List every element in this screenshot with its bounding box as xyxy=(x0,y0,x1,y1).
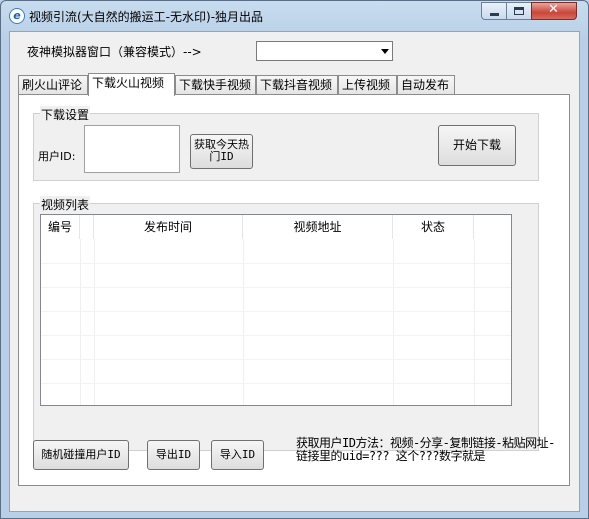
window-title: 视频引流(大自然的搬运工-无水印)-独月出品 xyxy=(29,10,264,24)
import-id-label: 导入ID xyxy=(219,448,256,461)
row-line xyxy=(41,287,511,288)
fetch-hot-id-button[interactable]: 获取今天热门ID xyxy=(190,134,253,169)
column-header-spacer xyxy=(80,215,94,239)
tab-download-douyin[interactable]: 下载抖音视频 xyxy=(256,75,338,95)
grid-line xyxy=(80,239,81,405)
minimize-icon xyxy=(490,13,499,16)
start-download-label: 开始下载 xyxy=(452,138,501,152)
import-id-button[interactable]: 导入ID xyxy=(211,440,264,470)
grid-line xyxy=(94,239,95,405)
app-logo-icon: e xyxy=(9,8,25,24)
column-header-status[interactable]: 状态 xyxy=(393,215,474,239)
column-header-number[interactable]: 编号 xyxy=(41,215,80,239)
close-button[interactable]: ✕ xyxy=(531,2,577,20)
grid-line xyxy=(393,239,394,405)
fetch-hot-id-label: 获取今天热门ID xyxy=(194,138,249,163)
export-id-label: 导出ID xyxy=(155,448,192,461)
tab-comment-huoshan[interactable]: 刷火山评论 xyxy=(18,75,88,95)
grid-line xyxy=(243,239,244,405)
download-settings-group: 下载设置 用户ID: 获取今天热门ID 开始下载 xyxy=(33,106,539,181)
tab-panel: 下载设置 用户ID: 获取今天热门ID 开始下载 视频列表 编号 发布时间 视频… xyxy=(18,94,570,486)
maximize-icon xyxy=(514,7,524,15)
tab-auto-publish[interactable]: 自动发布 xyxy=(397,75,455,95)
download-settings-title: 下载设置 xyxy=(40,106,91,123)
emulator-label: 夜神模拟器窗口（兼容模式）--> xyxy=(27,45,202,59)
user-id-field[interactable] xyxy=(84,125,180,173)
maximize-button[interactable] xyxy=(506,2,532,20)
grid-line xyxy=(474,239,475,405)
export-id-button[interactable]: 导出ID xyxy=(147,440,200,470)
client-area: 夜神模拟器窗口（兼容模式）--> 刷火山评论 下载火山视频 下载快手视频 下载抖… xyxy=(9,31,580,512)
video-list-title: 视频列表 xyxy=(40,196,91,213)
close-icon: ✕ xyxy=(548,2,559,17)
column-header-video-url[interactable]: 视频地址 xyxy=(243,215,393,239)
tab-download-kuaishou[interactable]: 下载快手视频 xyxy=(175,75,256,95)
title-bar[interactable]: e 视频引流(大自然的搬运工-无水印)-独月出品 ✕ xyxy=(1,1,588,31)
tab-download-huoshan[interactable]: 下载火山视频 xyxy=(88,73,175,96)
video-list-table[interactable]: 编号 发布时间 视频地址 状态 xyxy=(40,214,512,406)
video-list-group: 视频列表 编号 发布时间 视频地址 状态 xyxy=(33,196,539,451)
row-line xyxy=(41,311,511,312)
tab-upload-video[interactable]: 上传视频 xyxy=(338,75,397,95)
random-collide-label: 随机碰撞用户ID xyxy=(41,448,121,461)
column-header-publish-time[interactable]: 发布时间 xyxy=(94,215,243,239)
start-download-button[interactable]: 开始下载 xyxy=(438,125,516,166)
row-line xyxy=(41,335,511,336)
main-window: e 视频引流(大自然的搬运工-无水印)-独月出品 ✕ 夜神模拟器窗口（兼容模式）… xyxy=(0,0,589,519)
minimize-button[interactable] xyxy=(481,2,507,20)
emulator-select[interactable] xyxy=(256,41,393,61)
user-id-label: 用户ID: xyxy=(38,150,76,163)
row-line xyxy=(41,263,511,264)
random-collide-user-id-button[interactable]: 随机碰撞用户ID xyxy=(33,440,129,470)
chevron-down-icon[interactable] xyxy=(381,49,389,54)
row-line xyxy=(41,383,511,384)
row-line xyxy=(41,359,511,360)
user-id-help-text: 获取用户ID方法：视频-分享-复制链接-粘贴网址-链接里的uid=??? 这个?… xyxy=(296,436,555,463)
